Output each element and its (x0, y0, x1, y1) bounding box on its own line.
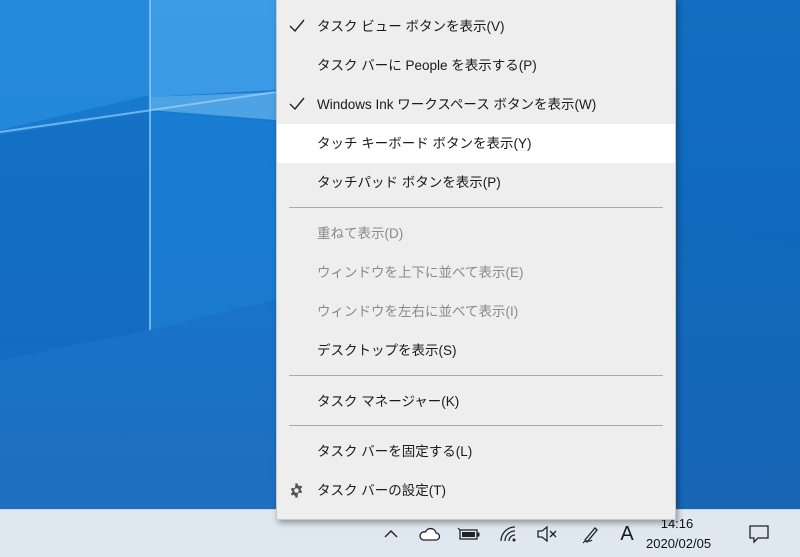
menu-item-lock-taskbar[interactable]: タスク バーを固定する(L) (277, 432, 675, 471)
checkmark-icon (289, 97, 305, 111)
menu-item-label: タスク マネージャー(K) (317, 394, 460, 409)
wifi-icon[interactable] (494, 520, 524, 548)
menu-item-taskbar-settings[interactable]: タスク バーの設定(T) (277, 471, 675, 510)
menu-separator (289, 207, 663, 208)
menu-item-label: タッチパッド ボタンを表示(P) (317, 175, 501, 190)
action-center-icon[interactable] (744, 520, 774, 548)
gear-icon (290, 483, 303, 498)
menu-item-label: タスク バーに People を表示する(P) (317, 58, 537, 73)
menu-item-side-by-side-windows: ウィンドウを左右に並べて表示(I) (277, 292, 675, 331)
menu-separator (289, 375, 663, 376)
menu-item-show-task-view-button[interactable]: タスク ビュー ボタンを表示(V) (277, 7, 675, 46)
menu-item-show-windows-ink-button[interactable]: Windows Ink ワークスペース ボタンを表示(W) (277, 85, 675, 124)
menu-item-show-touchpad-button[interactable]: タッチパッド ボタンを表示(P) (277, 163, 675, 202)
menu-item-label: ウィンドウを左右に並べて表示(I) (317, 304, 519, 319)
menu-item-label: タスク ビュー ボタンを表示(V) (317, 19, 505, 34)
menu-item-stack-windows: ウィンドウを上下に並べて表示(E) (277, 253, 675, 292)
clock[interactable]: 14:16 2020/02/05 (646, 514, 712, 554)
menu-item-cascade-windows: 重ねて表示(D) (277, 214, 675, 253)
menu-item-task-manager[interactable]: タスク マネージャー(K) (277, 382, 675, 421)
battery-icon[interactable] (454, 520, 484, 548)
menu-item-label: Windows Ink ワークスペース ボタンを表示(W) (317, 97, 597, 112)
pen-workspace-icon[interactable] (576, 520, 606, 548)
menu-item-show-touch-keyboard-button[interactable]: タッチ キーボード ボタンを表示(Y) (277, 124, 675, 163)
menu-item-label: 重ねて表示(D) (317, 226, 404, 241)
onedrive-cloud-icon[interactable] (414, 520, 444, 548)
menu-item-label: タスク バーの設定(T) (317, 483, 446, 498)
taskbar-context-menu: タスク ビュー ボタンを表示(V) タスク バーに People を表示する(P… (276, 0, 676, 520)
ime-mode-icon[interactable]: A (612, 520, 642, 548)
checkmark-icon (289, 19, 305, 33)
menu-item-label: タッチ キーボード ボタンを表示(Y) (317, 136, 532, 151)
speaker-muted-icon[interactable] (532, 520, 562, 548)
menu-separator (289, 425, 663, 426)
menu-item-show-desktop[interactable]: デスクトップを表示(S) (277, 331, 675, 370)
menu-item-label: デスクトップを表示(S) (317, 343, 457, 358)
clock-date: 2020/02/05 (646, 536, 712, 551)
menu-item-label: ウィンドウを上下に並べて表示(E) (317, 265, 524, 280)
chevron-up-icon[interactable] (376, 520, 406, 548)
menu-item-show-people[interactable]: タスク バーに People を表示する(P) (277, 46, 675, 85)
menu-item-label: タスク バーを固定する(L) (317, 444, 473, 459)
ime-mode-label: A (620, 522, 634, 545)
